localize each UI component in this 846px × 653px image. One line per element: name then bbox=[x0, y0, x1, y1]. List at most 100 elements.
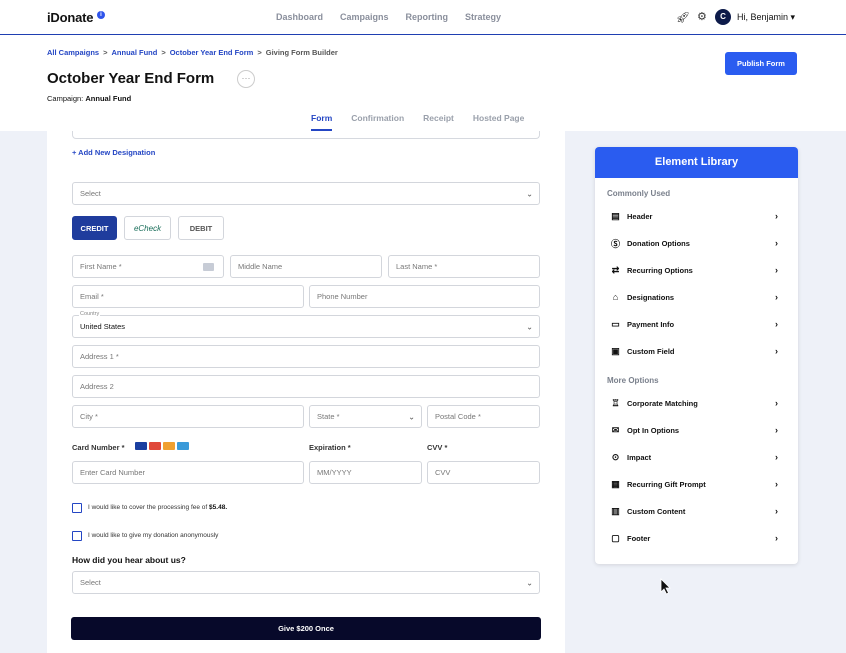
country-select[interactable]: Country United States ⌄ bbox=[72, 311, 540, 338]
card-number-field[interactable]: Enter Card Number bbox=[72, 461, 304, 484]
avatar[interactable]: C bbox=[715, 9, 731, 25]
expiration-field[interactable]: MM/YYYY bbox=[309, 461, 422, 484]
breadcrumb-current: Giving Form Builder bbox=[265, 48, 338, 57]
nav-strategy[interactable]: Strategy bbox=[465, 12, 501, 22]
library-item-payment-info[interactable]: ▭ Payment Info › bbox=[610, 318, 778, 330]
nav-campaigns[interactable]: Campaigns bbox=[340, 12, 389, 22]
address1-field[interactable]: Address 1 * bbox=[72, 345, 540, 368]
visa-icon bbox=[135, 442, 147, 450]
campaign-info: Campaign: Annual Fund bbox=[47, 94, 131, 103]
debit-button[interactable]: DEBIT bbox=[178, 216, 224, 240]
dollar-icon: Ⓢ bbox=[610, 238, 620, 249]
tab-hosted-page[interactable]: Hosted Page bbox=[473, 113, 525, 129]
email-placeholder: Email * bbox=[80, 292, 104, 301]
library-item-custom-field[interactable]: ▣ Custom Field › bbox=[610, 345, 778, 357]
library-item-label: Opt In Options bbox=[627, 425, 680, 435]
page-title: October Year End Form bbox=[47, 70, 215, 87]
state-placeholder: State * bbox=[317, 412, 340, 421]
main-nav: Dashboard Campaigns Reporting Strategy bbox=[276, 12, 501, 22]
hear-about-us-question: How did you hear about us? bbox=[72, 555, 186, 565]
campaign-value: Annual Fund bbox=[85, 94, 132, 103]
library-item-label: Custom Field bbox=[627, 346, 675, 356]
processing-fee-checkbox[interactable] bbox=[72, 503, 82, 513]
library-item-corporate-matching[interactable]: ♖ Corporate Matching › bbox=[610, 397, 778, 409]
country-label: Country bbox=[79, 311, 101, 317]
breadcrumb-october-form[interactable]: October Year End Form bbox=[170, 48, 254, 57]
library-item-label: Payment Info bbox=[627, 319, 675, 329]
gear-icon[interactable]: ⚙ bbox=[697, 10, 707, 23]
more-options-icon[interactable]: ··· bbox=[237, 70, 255, 88]
credit-button[interactable]: CREDIT bbox=[72, 216, 117, 240]
echeck-button[interactable]: eCheck bbox=[124, 216, 171, 240]
breadcrumb: All Campaigns > Annual Fund > October Ye… bbox=[47, 48, 338, 57]
library-item-label: Footer bbox=[627, 533, 651, 543]
tab-confirmation[interactable]: Confirmation bbox=[351, 113, 404, 129]
cvv-field[interactable]: CVV bbox=[427, 461, 540, 484]
library-item-custom-content[interactable]: ▥ Custom Content › bbox=[610, 505, 778, 517]
city-field[interactable]: City * bbox=[72, 405, 304, 428]
middle-name-placeholder: Middle Name bbox=[238, 262, 283, 271]
address2-field[interactable]: Address 2 bbox=[72, 375, 540, 398]
designation-select-value: Select bbox=[80, 189, 101, 198]
email-field[interactable]: Email * bbox=[72, 285, 304, 308]
library-item-label: Impact bbox=[627, 452, 652, 462]
more-options-label: More Options bbox=[607, 376, 659, 385]
library-item-recurring-options[interactable]: ⇄ Recurring Options › bbox=[610, 264, 778, 276]
nav-dashboard[interactable]: Dashboard bbox=[276, 12, 323, 22]
rocket-icon[interactable]: 🚀︎ bbox=[676, 11, 690, 24]
library-item-recurring-gift-prompt[interactable]: ▦ Recurring Gift Prompt › bbox=[610, 478, 778, 490]
breadcrumb-all-campaigns[interactable]: All Campaigns bbox=[47, 48, 99, 57]
header-icon: ▤ bbox=[611, 210, 620, 221]
tab-receipt[interactable]: Receipt bbox=[423, 113, 454, 129]
library-item-impact[interactable]: ⊙ Impact › bbox=[610, 451, 778, 463]
give-button[interactable]: Give $200 Once bbox=[71, 617, 541, 640]
credit-card-icon: ▭ bbox=[611, 318, 620, 329]
commonly-used-label: Commonly Used bbox=[607, 189, 671, 198]
library-item-label: Donation Options bbox=[627, 238, 690, 248]
chevron-right-icon: › bbox=[775, 211, 778, 221]
mail-icon: ✉ bbox=[611, 424, 620, 435]
library-item-label: Recurring Options bbox=[627, 265, 693, 275]
breadcrumb-separator: > bbox=[161, 48, 166, 57]
tab-form[interactable]: Form bbox=[311, 113, 333, 131]
mastercard-icon bbox=[149, 442, 161, 450]
state-select[interactable]: State * ⌄ bbox=[309, 405, 422, 428]
chevron-down-icon: ⌄ bbox=[526, 189, 533, 198]
chevron-right-icon: › bbox=[775, 425, 778, 435]
user-menu[interactable]: Hi, Benjamin ▾ bbox=[737, 12, 795, 23]
cvv-placeholder: CVV bbox=[435, 468, 451, 477]
country-value: United States bbox=[80, 322, 126, 331]
anonymous-checkbox[interactable] bbox=[72, 531, 82, 541]
library-item-footer[interactable]: ▢ Footer › bbox=[610, 532, 778, 544]
designation-select[interactable]: Select ⌄ bbox=[72, 182, 540, 205]
nav-reporting[interactable]: Reporting bbox=[406, 12, 449, 22]
campaign-label: Campaign: bbox=[47, 94, 84, 103]
phone-field[interactable]: Phone Number bbox=[309, 285, 540, 308]
first-name-placeholder: First Name * bbox=[80, 262, 122, 271]
library-item-donation-options[interactable]: Ⓢ Donation Options › bbox=[610, 237, 778, 249]
hear-about-us-select[interactable]: Select ⌄ bbox=[72, 571, 540, 594]
info-icon[interactable]: i bbox=[97, 11, 105, 19]
postal-code-field[interactable]: Postal Code * bbox=[427, 405, 540, 428]
card-number-label: Card Number * bbox=[72, 443, 125, 452]
library-item-label: Corporate Matching bbox=[627, 398, 698, 408]
form-preview: + Add New Designation Select ⌄ CREDIT eC… bbox=[47, 131, 565, 653]
breadcrumb-separator: > bbox=[257, 48, 262, 57]
chevron-down-icon: ⌄ bbox=[526, 322, 533, 331]
idonate-logo[interactable]: iDonate bbox=[47, 10, 93, 25]
library-item-opt-in-options[interactable]: ✉ Opt In Options › bbox=[610, 424, 778, 436]
postal-placeholder: Postal Code * bbox=[435, 412, 481, 421]
chevron-right-icon: › bbox=[775, 265, 778, 275]
middle-name-field[interactable]: Middle Name bbox=[230, 255, 382, 278]
library-item-header[interactable]: ▤ Header › bbox=[610, 210, 778, 222]
hear-about-us-value: Select bbox=[80, 578, 101, 587]
first-name-field[interactable]: First Name * bbox=[72, 255, 224, 278]
add-designation-link[interactable]: + Add New Designation bbox=[72, 148, 155, 157]
breadcrumb-annual-fund[interactable]: Annual Fund bbox=[111, 48, 157, 57]
chevron-right-icon: › bbox=[775, 506, 778, 516]
last-name-field[interactable]: Last Name * bbox=[388, 255, 540, 278]
discover-icon bbox=[163, 442, 175, 450]
library-item-designations[interactable]: ⌂ Designations › bbox=[610, 291, 778, 303]
publish-form-button[interactable]: Publish Form bbox=[725, 52, 797, 75]
library-item-label: Header bbox=[627, 211, 653, 221]
